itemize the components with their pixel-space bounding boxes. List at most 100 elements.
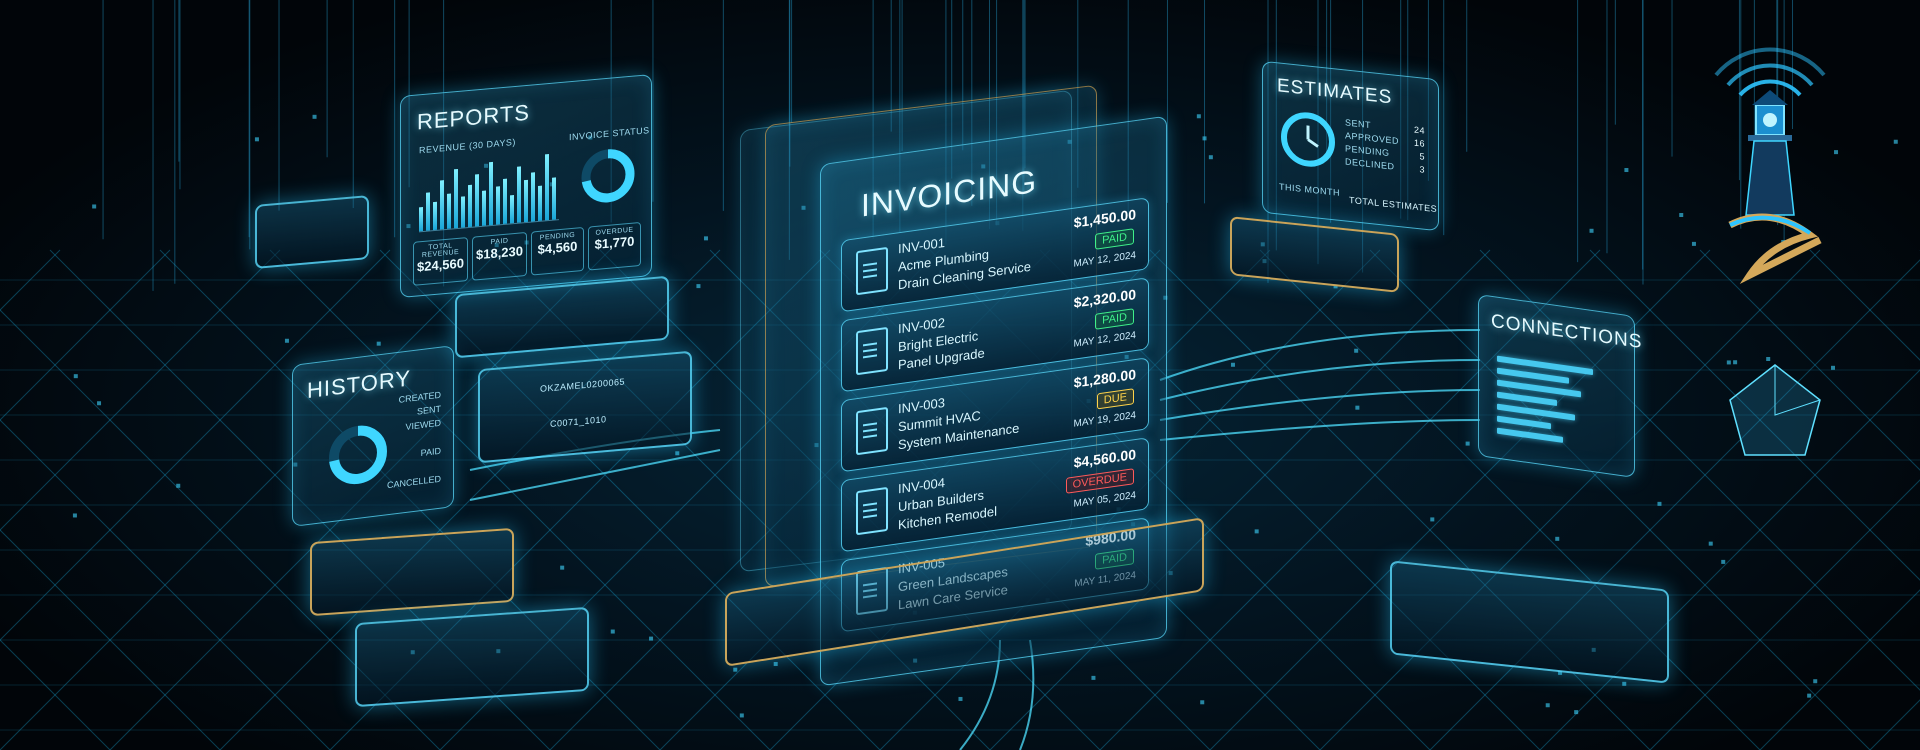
glow-dot (1466, 442, 1470, 446)
document-icon (856, 487, 888, 535)
revenue-bar (447, 194, 451, 229)
estimates-title: ESTIMATES (1277, 75, 1392, 109)
glow-dot (1721, 560, 1725, 564)
glow-dot (1590, 229, 1594, 233)
glow-dot (1354, 349, 1358, 353)
revenue-bar (440, 180, 444, 229)
revenue-bar (531, 172, 535, 221)
glow-dot (92, 204, 96, 208)
history-list: CREATED SENT VIEWED PAID CANCELLED (387, 386, 441, 495)
glow-dot (1255, 529, 1259, 533)
revenue-bar (419, 207, 423, 232)
revenue-bar (454, 168, 458, 228)
reports-title: REPORTS (417, 100, 530, 136)
revenue-bar (468, 185, 472, 227)
invoicing-title: INVOICING (861, 163, 1037, 225)
glow-dot (1091, 676, 1095, 680)
glow-dot (611, 630, 615, 634)
reports-stat-card[interactable]: OVERDUE $1,770 (588, 222, 641, 271)
glow-dot (958, 697, 962, 701)
glow-dot (1231, 363, 1235, 367)
connection-bar (1497, 392, 1557, 406)
estimates-footer-right: TOTAL ESTIMATES (1349, 195, 1437, 214)
circuit-trace (1160, 360, 1480, 400)
document-icon (856, 407, 888, 455)
glow-dot (1197, 114, 1201, 118)
glow-dot (74, 374, 78, 378)
glow-dot (1624, 168, 1628, 172)
left-chip-stack: OKZAMEL0200065 C0071_1010 (478, 351, 692, 464)
revenue-bar (545, 153, 549, 220)
reports-stat-card[interactable]: PAID $18,230 (472, 232, 527, 281)
reports-stats-row: TOTAL REVENUE $24,560 PAID $18,230 PENDING $4… (413, 222, 641, 286)
invoice-date: MAY 19, 2024 (1074, 410, 1136, 430)
glow-dot (733, 668, 737, 672)
scene: REPORTS REVENUE (30 DAYS) INVOICE STATUS… (0, 0, 1920, 750)
estimates-panel[interactable]: ESTIMATES SENT 24 APPROVED 16 PENDING 5 DECLIN… (1262, 61, 1439, 232)
revenue-bar (538, 186, 542, 221)
estimates-footer-left: THIS MONTH (1279, 181, 1340, 197)
revenue-bar-chart (419, 147, 559, 232)
stat-value: $1,770 (592, 233, 637, 252)
connection-bar (1497, 416, 1551, 430)
estimate-value: 5 (1419, 151, 1425, 162)
estimate-label: DECLINED (1345, 156, 1395, 171)
left-platform-top (255, 195, 369, 269)
circuit-trace (1160, 420, 1480, 440)
glow-dot (1709, 542, 1713, 546)
estimate-value: 3 (1419, 164, 1425, 175)
glow-dot (1679, 213, 1683, 217)
lighthouse-logo-icon (1690, 35, 1850, 295)
glow-dot (1622, 682, 1626, 686)
glow-dot (285, 339, 289, 343)
glow-dot (696, 284, 700, 288)
glow-dot (377, 342, 381, 346)
connections-panel[interactable]: CONNECTIONS (1478, 294, 1635, 478)
glow-dot (704, 236, 708, 240)
circuit-trace (1160, 330, 1480, 380)
glow-dot (1657, 502, 1661, 506)
glow-dot (1209, 155, 1213, 159)
reports-stat-card[interactable]: PENDING $4,560 (531, 227, 584, 276)
glow-dot (1813, 679, 1817, 683)
stat-value: $24,560 (417, 255, 464, 274)
estimates-stats: SENT 24 APPROVED 16 PENDING 5 DECLINED 3 (1345, 114, 1425, 177)
connections-bars (1497, 350, 1617, 457)
estimate-value: 24 (1414, 125, 1425, 136)
estimate-label: PENDING (1345, 143, 1390, 158)
reports-panel[interactable]: REPORTS REVENUE (30 DAYS) INVOICE STATUS… (400, 74, 652, 298)
glow-dot (675, 451, 679, 455)
invoice-status-label: INVOICE STATUS (569, 125, 650, 142)
invoice-date: MAY 05, 2024 (1074, 490, 1136, 510)
glow-dot (1200, 700, 1204, 704)
reports-stat-card[interactable]: TOTAL REVENUE $24,560 (413, 237, 468, 286)
document-icon (856, 327, 888, 375)
connection-bar (1497, 428, 1563, 443)
glow-dot (313, 115, 317, 119)
left-low-platform (355, 607, 589, 707)
glow-dot (1355, 406, 1359, 410)
glow-dot (176, 484, 180, 488)
glow-dot (1574, 710, 1578, 714)
revenue-bar (552, 177, 556, 219)
history-item: CANCELLED (387, 474, 441, 491)
invoice-date: MAY 12, 2024 (1074, 330, 1136, 350)
glow-dot (740, 713, 744, 717)
invoice-status-badge: PAID (1095, 228, 1134, 249)
document-icon (856, 247, 888, 295)
chip-label-2: C0071_1010 (550, 414, 607, 429)
revenue-bar (482, 190, 486, 225)
revenue-bar (524, 180, 528, 222)
chip-label-1: OKZAMEL0200065 (540, 376, 625, 393)
glow-dot (560, 566, 564, 570)
history-panel[interactable]: HISTORY CREATED SENT VIEWED PAID CANCELLED (292, 345, 454, 527)
estimates-clock-icon (1279, 107, 1337, 171)
glow-dot (1203, 136, 1207, 140)
glow-dot (774, 662, 778, 666)
invoice-status-badge: DUE (1097, 388, 1134, 409)
revenue-bar (461, 196, 465, 228)
estimate-value: 16 (1414, 138, 1425, 149)
invoice-status-badge: PAID (1095, 308, 1134, 329)
revenue-bar (426, 192, 430, 231)
stat-value: $18,230 (476, 243, 523, 262)
